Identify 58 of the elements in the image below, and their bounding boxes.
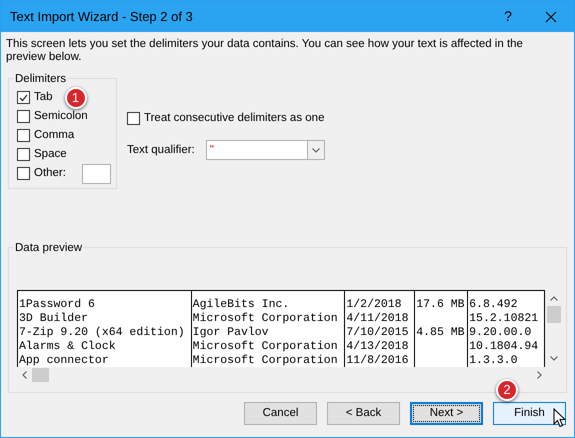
preview-cell: 10.1804.94 <box>468 340 538 354</box>
preview-cell: Microsoft Corporation <box>192 354 338 367</box>
preview-cell: 4/13/2018 <box>345 340 408 354</box>
preview-cell: 7-Zip 9.20 (x64 edition) <box>18 326 185 340</box>
chevron-down-icon <box>312 148 320 153</box>
preview-cell: 15.2.10821 <box>468 312 538 326</box>
checkbox[interactable] <box>127 112 140 126</box>
preview-cell: 17.6 MB <box>415 298 465 312</box>
checkbox[interactable] <box>17 110 30 123</box>
mouse-cursor-icon <box>553 408 566 428</box>
close-icon <box>545 10 557 22</box>
checkbox-label: Semicolon <box>34 108 88 124</box>
dropdown-value: " <box>208 142 215 158</box>
other-input-field[interactable] <box>82 164 111 184</box>
preview-cell: Alarms & Clock <box>18 340 116 354</box>
window-title: Text Import Wizard - Step 2 of 3 <box>10 8 194 26</box>
callout-badge: 1 <box>64 86 87 108</box>
preview-cell: AgileBits Inc. <box>192 298 290 312</box>
preview-cell: Microsoft Corporation <box>192 340 338 354</box>
preview-cell: 9.20.00.0 <box>468 326 532 340</box>
checkbox-label: Other: <box>34 166 66 181</box>
preview-cell: 1Password 6 <box>18 298 95 312</box>
preview-cell: 1/2/2018 <box>345 298 402 312</box>
checkbox[interactable] <box>17 148 30 161</box>
help-button[interactable]: ? <box>488 1 528 32</box>
scroll-left-icon <box>22 370 27 378</box>
checkbox[interactable] <box>17 167 30 180</box>
description-text: This screen lets you set the delimiters your data contains. You can see how your text is affected in the preview below. <box>6 38 524 64</box>
checkmark-icon <box>19 94 28 102</box>
preview-cell: 3D Builder <box>18 312 88 326</box>
preview-cell: Microsoft Corporation <box>192 312 338 326</box>
dropdown-arrow-button[interactable] <box>306 141 324 160</box>
wizard-button[interactable]: Cancel <box>244 402 317 425</box>
wizard-button[interactable]: Next > <box>410 402 483 425</box>
preview-cell: Igor Pavlov <box>192 326 269 340</box>
scroll-up-icon <box>550 296 558 301</box>
preview-cell: 4.85 MB <box>415 326 465 340</box>
checkbox[interactable] <box>17 91 30 104</box>
checkbox-label: Comma <box>34 128 74 143</box>
checkbox-label: Treat consecutive delimiters as one <box>144 111 324 126</box>
scrollbar-thumb[interactable] <box>32 368 49 382</box>
preview-cell: 11/8/2016 <box>345 354 408 367</box>
preview-cell: 6.8.492 <box>468 298 518 312</box>
checkbox[interactable] <box>17 129 30 142</box>
scroll-down-icon <box>550 356 558 361</box>
wizard-button[interactable]: < Back <box>327 402 400 425</box>
preview-cell: 4/11/2018 <box>345 312 408 326</box>
field-label: Text qualifier: <box>127 142 195 158</box>
preview-cell: 1.3.3.0 <box>468 354 518 367</box>
scroll-right-icon <box>537 370 542 378</box>
preview-cell: 7/10/2015 <box>345 326 408 340</box>
wizard-button[interactable]: Finish <box>493 402 566 425</box>
preview-cell: App connector <box>18 354 109 367</box>
checkbox-label: Space <box>34 146 67 162</box>
checkbox-label: Tab <box>34 90 53 105</box>
text-qualifier-dropdown[interactable]: " <box>206 140 325 160</box>
scrollbar-thumb[interactable] <box>546 306 560 323</box>
callout-badge: 2 <box>496 379 518 401</box>
